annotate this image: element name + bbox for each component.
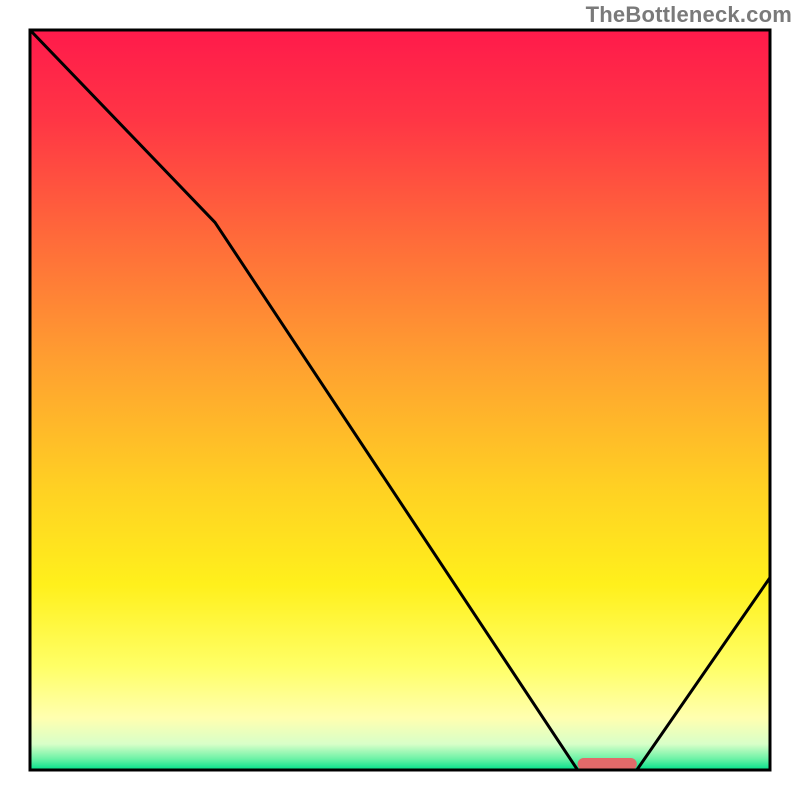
optimal-range-marker xyxy=(578,758,637,770)
watermark-text: TheBottleneck.com xyxy=(586,2,792,28)
chart-container: TheBottleneck.com xyxy=(0,0,800,800)
plot-background xyxy=(30,30,770,770)
bottleneck-chart xyxy=(0,0,800,800)
